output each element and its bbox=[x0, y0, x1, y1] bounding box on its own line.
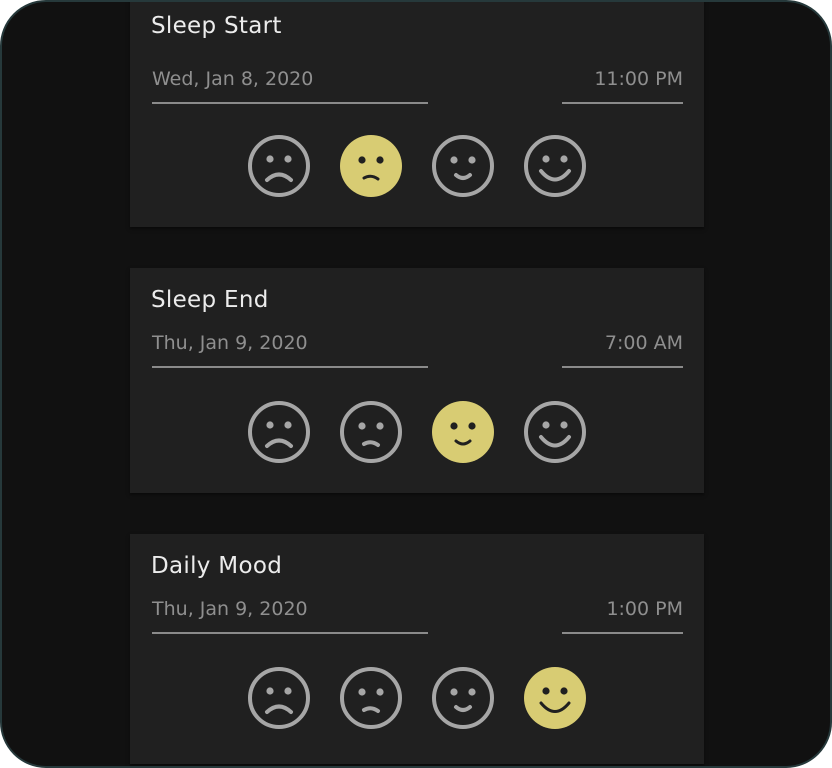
sad-face-icon[interactable] bbox=[339, 400, 403, 464]
date-value: Wed, Jan 8, 2020 bbox=[152, 68, 314, 90]
date-field[interactable]: Wed, Jan 8, 2020 bbox=[152, 58, 428, 104]
very-sad-face-icon[interactable] bbox=[247, 134, 311, 198]
time-value: 1:00 PM bbox=[606, 598, 683, 620]
mood-selector bbox=[247, 400, 591, 464]
time-value: 7:00 AM bbox=[604, 332, 683, 354]
very-sad-face-icon[interactable] bbox=[247, 400, 311, 464]
date-field[interactable]: Thu, Jan 9, 2020 bbox=[152, 322, 428, 368]
sad-face-icon[interactable] bbox=[339, 134, 403, 198]
neutral-smile-face-icon[interactable] bbox=[431, 134, 495, 198]
very-sad-face-icon[interactable] bbox=[247, 666, 311, 730]
time-field[interactable]: 7:00 AM bbox=[562, 322, 683, 368]
sleep-end-card: Sleep End Thu, Jan 9, 2020 7:00 AM bbox=[130, 268, 704, 493]
date-value: Thu, Jan 9, 2020 bbox=[152, 598, 308, 620]
happy-face-icon[interactable] bbox=[523, 400, 587, 464]
mood-selector bbox=[247, 666, 591, 730]
date-value: Thu, Jan 9, 2020 bbox=[152, 332, 308, 354]
mood-selector bbox=[247, 134, 591, 198]
card-title: Sleep End bbox=[151, 287, 269, 313]
time-value: 11:00 PM bbox=[594, 68, 683, 90]
card-title: Daily Mood bbox=[151, 553, 283, 579]
daily-mood-card: Daily Mood Thu, Jan 9, 2020 1:00 PM bbox=[130, 534, 704, 764]
neutral-smile-face-icon[interactable] bbox=[431, 666, 495, 730]
happy-face-icon[interactable] bbox=[523, 134, 587, 198]
sleep-start-card: Sleep Start Wed, Jan 8, 2020 11:00 PM bbox=[130, 2, 704, 227]
time-field[interactable]: 11:00 PM bbox=[562, 58, 683, 104]
time-field[interactable]: 1:00 PM bbox=[562, 588, 683, 634]
card-title: Sleep Start bbox=[151, 13, 282, 39]
happy-face-icon[interactable] bbox=[523, 666, 587, 730]
date-field[interactable]: Thu, Jan 9, 2020 bbox=[152, 588, 428, 634]
phone-screen: Sleep Start Wed, Jan 8, 2020 11:00 PM Sl… bbox=[0, 0, 832, 768]
sad-face-icon[interactable] bbox=[339, 666, 403, 730]
neutral-smile-face-icon[interactable] bbox=[431, 400, 495, 464]
